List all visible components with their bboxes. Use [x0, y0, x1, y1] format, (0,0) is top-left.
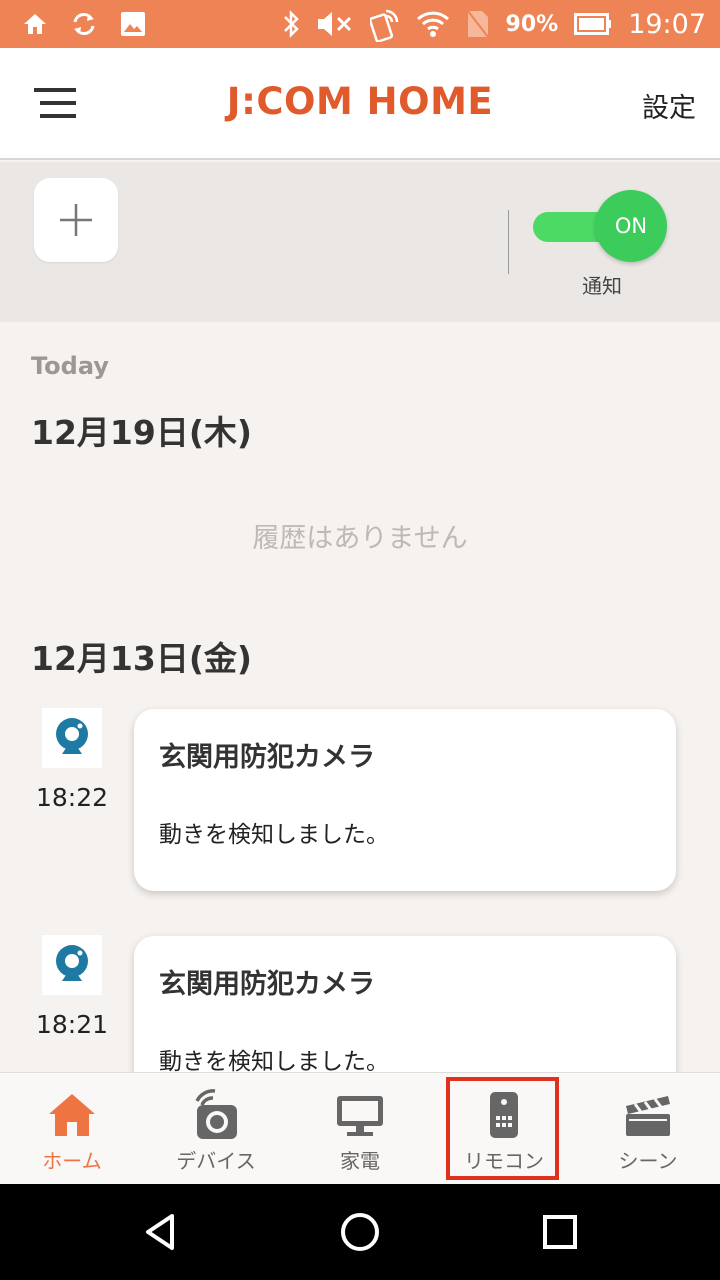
nav-label: 家電	[340, 1149, 380, 1173]
nav-label: リモコン	[464, 1149, 544, 1173]
home-icon	[22, 12, 48, 36]
entry-time: 18:21	[35, 1010, 109, 1039]
card-message: 動きを検知しました。	[159, 1049, 389, 1072]
card-title: 玄関用防犯カメラ	[159, 969, 375, 1000]
add-button[interactable]	[34, 178, 118, 262]
app-header: J:COM HOME 設定	[0, 48, 720, 160]
entry-time: 18:22	[35, 783, 109, 812]
nav-remote[interactable]: リモコン	[432, 1073, 576, 1185]
home-circle-icon[interactable]	[332, 1204, 388, 1260]
status-bar: 90% 19:07	[0, 0, 720, 48]
clapperboard-icon	[576, 1089, 720, 1141]
wifi-icon	[416, 10, 450, 38]
nav-label: デバイス	[176, 1149, 256, 1173]
nav-home[interactable]: ホーム	[0, 1073, 144, 1185]
system-nav-bar	[0, 1184, 720, 1280]
no-sim-icon	[466, 9, 490, 39]
security-camera-icon	[42, 935, 102, 995]
date-header: 12月19日(木)	[31, 413, 253, 452]
settings-button[interactable]: 設定	[642, 86, 696, 125]
history-card[interactable]: 玄関用防犯カメラ 動きを検知しました。	[134, 709, 676, 891]
toggle-knob: ON	[595, 190, 667, 262]
battery-percent: 90%	[505, 11, 559, 37]
tv-icon	[288, 1089, 432, 1141]
today-label: Today	[31, 352, 109, 380]
clock: 19:07	[628, 8, 706, 40]
toolbar: ON 通知	[0, 162, 720, 322]
security-camera-icon	[42, 708, 102, 768]
plus-icon	[60, 204, 92, 236]
bluetooth-icon	[282, 9, 300, 39]
nav-devices[interactable]: デバイス	[144, 1073, 288, 1185]
home-icon	[0, 1089, 144, 1141]
battery-icon	[574, 13, 612, 35]
app-logo: J:COM HOME	[226, 80, 494, 123]
image-icon	[120, 11, 146, 37]
history-card[interactable]: 玄関用防犯カメラ 動きを検知しました。	[134, 936, 676, 1072]
divider	[508, 210, 509, 274]
empty-message: 履歴はありません	[252, 523, 468, 554]
sync-icon	[70, 11, 98, 37]
card-message: 動きを検知しました。	[159, 822, 389, 848]
mute-icon	[316, 10, 354, 38]
bottom-nav: ホーム デバイス 家電 リモコン シーン	[0, 1072, 720, 1184]
back-icon[interactable]	[132, 1204, 188, 1260]
notification-toggle[interactable]: ON	[533, 190, 667, 262]
date-header: 12月13日(金)	[31, 639, 253, 678]
card-title: 玄関用防犯カメラ	[159, 742, 375, 773]
nav-label: シーン	[618, 1149, 678, 1173]
nav-appliances[interactable]: 家電	[288, 1073, 432, 1185]
remote-icon	[432, 1089, 576, 1141]
recents-icon[interactable]	[532, 1204, 588, 1260]
toggle-label: 通知	[582, 274, 622, 298]
device-icon	[144, 1089, 288, 1141]
nfc-icon	[369, 6, 400, 42]
nav-scenes[interactable]: シーン	[576, 1073, 720, 1185]
nav-label: ホーム	[42, 1149, 102, 1173]
history-list[interactable]: Today 12月19日(木) 履歴はありません 12月13日(金) 18:22…	[0, 322, 720, 1072]
